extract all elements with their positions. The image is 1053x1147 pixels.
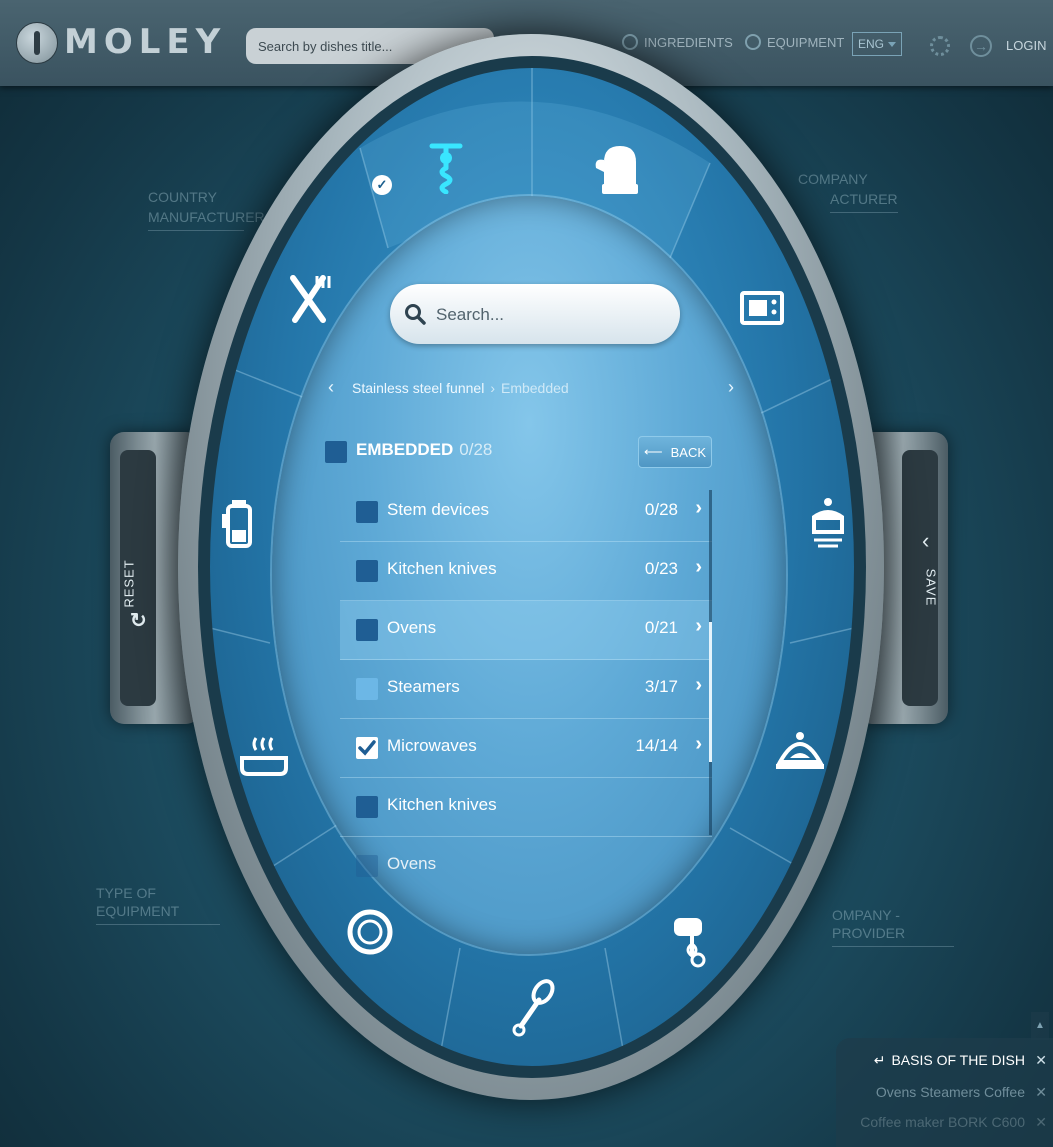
save-button-label[interactable]: SAVE xyxy=(923,569,938,607)
panel-scroll-up-icon[interactable]: ▲ xyxy=(1031,1012,1049,1040)
tag-item[interactable]: Coffee maker BORK C600 xyxy=(860,1114,1025,1130)
item-checkbox-checked[interactable] xyxy=(356,737,378,759)
item-checkbox[interactable] xyxy=(356,855,378,877)
category-heading: EMBEDDED 0/28 xyxy=(356,440,492,460)
item-count: 3/17 xyxy=(644,677,678,696)
type-of-equipment-label: TYPE OF EQUIPMENT xyxy=(96,884,220,925)
whisk-icon[interactable] xyxy=(504,979,560,1037)
breadcrumb-item-parent[interactable]: Stainless steel funnel xyxy=(352,380,484,396)
item-label: Kitchen knives xyxy=(387,559,497,578)
chevron-right-icon[interactable]: › xyxy=(695,497,702,520)
breadcrumb-item-current: Embedded xyxy=(500,380,569,396)
reset-icon[interactable]: ↻ xyxy=(130,608,147,633)
corkscrew-icon[interactable] xyxy=(418,138,474,194)
breadcrumb-separator-icon: › xyxy=(490,380,495,396)
oven-mitt-icon[interactable] xyxy=(592,142,648,198)
tag-title-label: BASIS OF THE DISH xyxy=(891,1052,1025,1068)
chevron-right-icon[interactable]: › xyxy=(695,556,702,579)
list-item-highlighted[interactable]: Ovens 0/21 › xyxy=(340,601,712,660)
gear-icon[interactable] xyxy=(930,36,950,56)
nav-equipment-label: EQUIPMENT xyxy=(767,34,845,50)
fork-knife-icon[interactable] xyxy=(280,272,336,328)
list-item[interactable]: Kitchen knives 0/23 › xyxy=(340,542,712,601)
nav-ingredients[interactable]: INGREDIENTS xyxy=(622,34,733,50)
tag-item[interactable]: Ovens Steamers Coffee xyxy=(876,1084,1025,1100)
logo-text[interactable]: MOLEY xyxy=(64,22,226,62)
list-item[interactable]: Microwaves 14/14 › xyxy=(340,719,712,778)
list-item[interactable]: Ovens xyxy=(340,837,712,895)
login-icon[interactable]: → xyxy=(970,35,992,57)
steamer-pot-icon[interactable] xyxy=(800,494,856,550)
language-label: ENG xyxy=(857,37,884,51)
category-heading-label: EMBEDDED xyxy=(356,440,454,459)
microwave-icon[interactable] xyxy=(734,280,790,336)
item-checkbox[interactable] xyxy=(356,560,378,582)
plate-icon[interactable] xyxy=(342,904,398,960)
ingredients-icon xyxy=(622,34,638,50)
close-icon[interactable]: ✕ xyxy=(1035,1114,1047,1131)
back-button-label: BACK xyxy=(670,444,707,460)
language-select[interactable]: ENG xyxy=(852,32,902,56)
chevron-down-icon xyxy=(888,41,896,47)
close-icon[interactable]: ✕ xyxy=(1035,1084,1047,1101)
breadcrumb-back-chevron-icon[interactable]: ‹ xyxy=(328,377,334,398)
chevron-left-icon[interactable]: ‹ xyxy=(922,528,929,554)
item-label: Ovens xyxy=(387,854,437,873)
item-count: 0/28 xyxy=(644,500,678,519)
filter-search-input[interactable] xyxy=(434,300,658,330)
back-button[interactable]: ⟵ BACK xyxy=(638,436,712,468)
login-link[interactable]: LOGIN xyxy=(1006,38,1046,53)
arrow-left-icon: ⟵ xyxy=(643,444,663,459)
list-item[interactable]: Kitchen knives xyxy=(340,778,712,837)
roasting-pan-icon[interactable] xyxy=(236,728,292,784)
chevron-right-icon[interactable]: › xyxy=(695,615,702,638)
cloche-icon[interactable] xyxy=(772,722,828,778)
item-checkbox-partial[interactable] xyxy=(356,678,378,700)
item-count: 14/14 xyxy=(635,736,678,755)
item-count: 0/23 xyxy=(644,559,678,578)
item-count: 0/21 xyxy=(644,618,678,637)
category-heading-count: 0/28 xyxy=(459,440,493,459)
chevron-right-icon[interactable]: › xyxy=(695,674,702,697)
item-checkbox[interactable] xyxy=(356,796,378,818)
return-arrow-icon: ↵ xyxy=(873,1052,886,1068)
list-scrollbar-thumb[interactable] xyxy=(709,622,712,762)
nav-ingredients-label: INGREDIENTS xyxy=(644,34,733,50)
selected-check-icon: ✓ xyxy=(372,175,392,195)
selected-tags-panel: ▲ ↵ BASIS OF THE DISH ✕ Ovens Steamers Co… xyxy=(836,1012,1053,1147)
tag-title[interactable]: ↵ BASIS OF THE DISH xyxy=(874,1052,1025,1069)
list-item[interactable]: Steamers 3/17 › xyxy=(340,660,712,719)
checkmark-icon xyxy=(358,740,376,756)
hand-mixer-icon[interactable] xyxy=(660,912,716,968)
kettle-icon[interactable] xyxy=(212,496,268,552)
item-label: Microwaves xyxy=(387,736,477,755)
equipment-icon xyxy=(745,34,761,50)
breadcrumb-forward-chevron-icon[interactable]: › xyxy=(728,377,734,398)
filter-search[interactable] xyxy=(390,284,680,344)
reset-button-label[interactable]: RESET xyxy=(122,559,137,607)
breadcrumb: Stainless steel funnel › Embedded xyxy=(352,380,569,396)
select-all-checkbox[interactable] xyxy=(325,441,347,463)
item-checkbox[interactable] xyxy=(356,619,378,641)
nav-equipment[interactable]: EQUIPMENT xyxy=(745,34,844,50)
close-icon[interactable]: ✕ xyxy=(1035,1052,1047,1069)
search-icon xyxy=(405,304,426,325)
country-label-line1: COUNTRY xyxy=(148,189,217,205)
item-label: Stem devices xyxy=(387,500,490,519)
chevron-right-icon[interactable]: › xyxy=(695,733,702,756)
item-checkbox[interactable] xyxy=(356,501,378,523)
item-label: Kitchen knives xyxy=(387,795,497,814)
moley-logo-icon[interactable] xyxy=(16,22,58,64)
list-item[interactable]: Stem devices 0/28 › xyxy=(340,483,712,542)
item-label: Ovens xyxy=(387,618,437,637)
item-label: Steamers xyxy=(387,677,460,696)
